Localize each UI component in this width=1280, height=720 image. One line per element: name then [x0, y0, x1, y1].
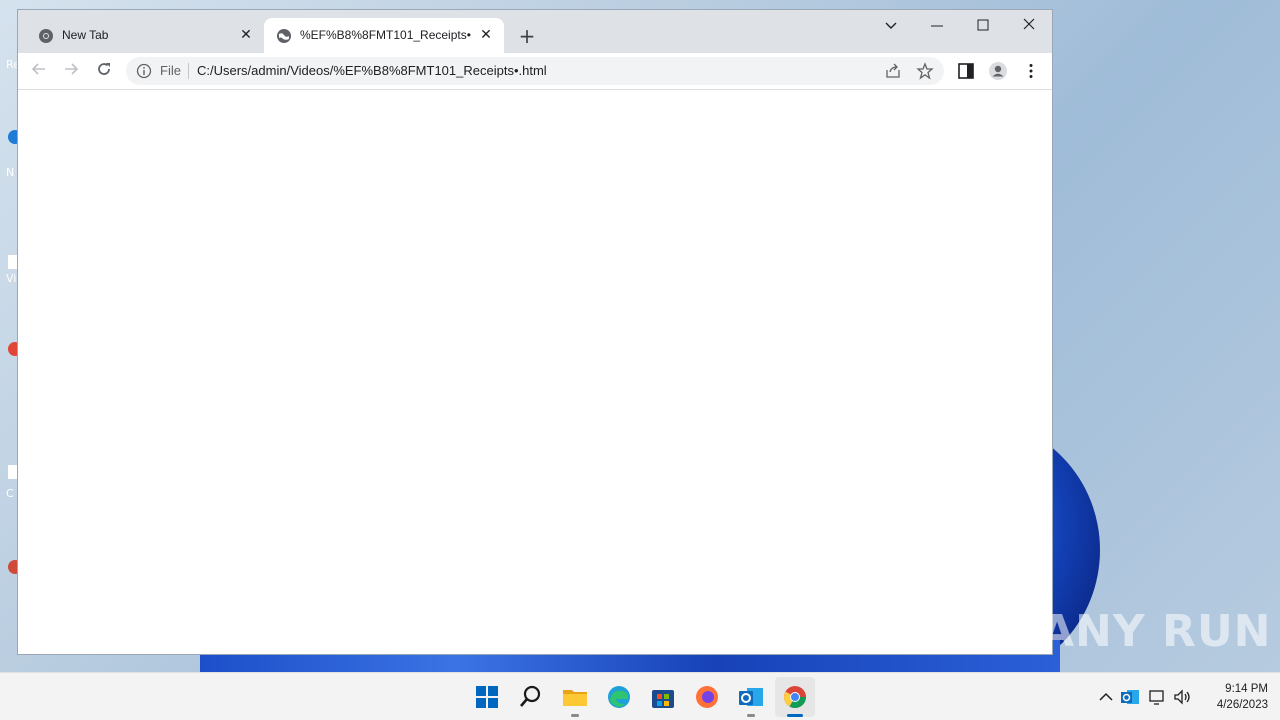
reload-icon[interactable] — [93, 61, 115, 81]
running-indicator — [571, 714, 579, 717]
running-indicator — [747, 714, 755, 717]
clock-time: 9:14 PM — [1225, 683, 1268, 695]
browser-window: New Tab ✕ %EF%B8%8FMT101_Receipts•.html … — [18, 10, 1052, 654]
tab-search-icon[interactable] — [877, 16, 905, 36]
edge-icon[interactable] — [605, 683, 633, 711]
file-explorer-icon[interactable] — [561, 683, 589, 711]
clock-date: 4/26/2023 — [1216, 699, 1268, 711]
search-icon[interactable] — [517, 683, 545, 711]
network-icon[interactable] — [1148, 687, 1168, 707]
anyrun-watermark: ANY RUN — [1040, 606, 1272, 666]
store-icon[interactable] — [649, 683, 677, 711]
forward-icon[interactable] — [60, 61, 82, 81]
page-content[interactable] — [18, 90, 1052, 654]
side-panel-icon[interactable] — [956, 61, 976, 81]
tab-new-tab[interactable]: New Tab ✕ — [26, 18, 264, 53]
outlook-icon[interactable] — [737, 683, 765, 711]
close-tab-icon[interactable]: ✕ — [478, 27, 494, 43]
maximize-icon[interactable] — [969, 16, 997, 36]
close-tab-icon[interactable]: ✕ — [238, 27, 254, 43]
bookmark-star-icon[interactable] — [916, 62, 934, 80]
desktop-label: Vi — [6, 272, 17, 285]
globe-icon — [277, 29, 291, 43]
tab-receipts[interactable]: %EF%B8%8FMT101_Receipts•.html ✕ — [264, 18, 504, 53]
share-icon[interactable] — [884, 62, 902, 80]
back-icon[interactable] — [28, 61, 50, 81]
divider — [188, 63, 189, 79]
menu-kebab-icon[interactable] — [1021, 61, 1041, 81]
desktop-label: N — [6, 166, 15, 179]
new-tab-button[interactable]: + — [516, 26, 538, 48]
address-bar[interactable]: File C:/Users/admin/Videos/%EF%B8%8FMT10… — [126, 57, 944, 85]
desktop-label: C — [6, 487, 14, 500]
tab-title: %EF%B8%8FMT101_Receipts•.html — [300, 28, 472, 42]
taskbar: 9:14 PM 4/26/2023 — [0, 672, 1280, 720]
volume-icon[interactable] — [1172, 687, 1192, 707]
active-indicator — [787, 714, 803, 717]
scheme-label: File — [160, 63, 181, 78]
browser-toolbar: File C:/Users/admin/Videos/%EF%B8%8FMT10… — [18, 53, 1052, 90]
outlook-tray-icon[interactable] — [1120, 687, 1140, 707]
firefox-icon[interactable] — [693, 683, 721, 711]
profile-avatar-icon[interactable] — [988, 61, 1008, 81]
start-icon[interactable] — [473, 683, 501, 711]
minimize-icon[interactable] — [923, 16, 951, 36]
close-window-icon[interactable] — [1015, 16, 1043, 36]
info-icon[interactable] — [136, 63, 152, 79]
chevron-up-icon[interactable] — [1096, 687, 1116, 707]
tab-title: New Tab — [62, 28, 109, 42]
system-clock[interactable]: 9:14 PM 4/26/2023 — [1196, 681, 1268, 713]
url-text[interactable]: C:/Users/admin/Videos/%EF%B8%8FMT101_Rec… — [197, 63, 547, 78]
tab-strip: New Tab ✕ %EF%B8%8FMT101_Receipts•.html … — [18, 10, 1052, 53]
chrome-icon — [39, 29, 53, 43]
chrome-icon[interactable] — [781, 683, 809, 711]
watermark-text: ANY RUN — [1040, 606, 1272, 657]
